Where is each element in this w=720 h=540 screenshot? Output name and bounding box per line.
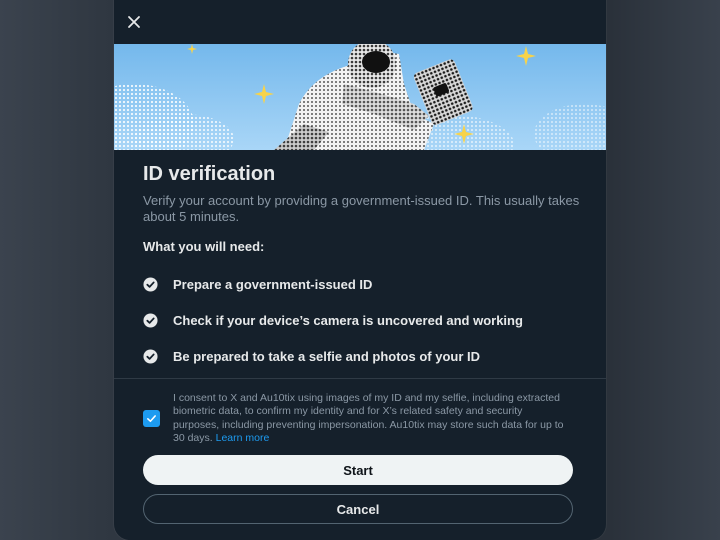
check-circle-icon — [143, 348, 158, 364]
requirement-label: Be prepared to take a selfie and photos … — [173, 348, 481, 364]
check-circle-icon — [143, 276, 158, 292]
id-verification-dialog: ID verification Verify your account by p… — [114, 0, 606, 540]
start-button[interactable]: Start — [143, 455, 573, 485]
consent-checkbox[interactable] — [143, 410, 160, 427]
requirement-label: Check if your device’s camera is uncover… — [173, 312, 523, 328]
close-button[interactable] — [120, 8, 148, 36]
close-icon — [128, 16, 140, 28]
requirements-heading: What you will need: — [143, 239, 265, 254]
requirement-item: Check if your device’s camera is uncover… — [143, 310, 523, 330]
astronaut-banner-image — [114, 44, 606, 150]
requirement-item: Be prepared to take a selfie and photos … — [143, 346, 480, 366]
cancel-button[interactable]: Cancel — [143, 494, 573, 524]
check-circle-icon — [143, 312, 158, 328]
requirement-item: Prepare a government-issued ID — [143, 274, 372, 294]
dialog-subtitle: Verify your account by providing a gover… — [143, 193, 580, 224]
dialog-title: ID verification — [143, 163, 276, 185]
learn-more-link[interactable]: Learn more — [216, 432, 270, 444]
checkmark-icon — [147, 415, 156, 423]
consent-text: I consent to X and Au10tix using images … — [173, 392, 568, 445]
dialog-header — [114, 0, 606, 44]
requirement-label: Prepare a government-issued ID — [173, 276, 373, 292]
section-divider — [114, 378, 606, 379]
